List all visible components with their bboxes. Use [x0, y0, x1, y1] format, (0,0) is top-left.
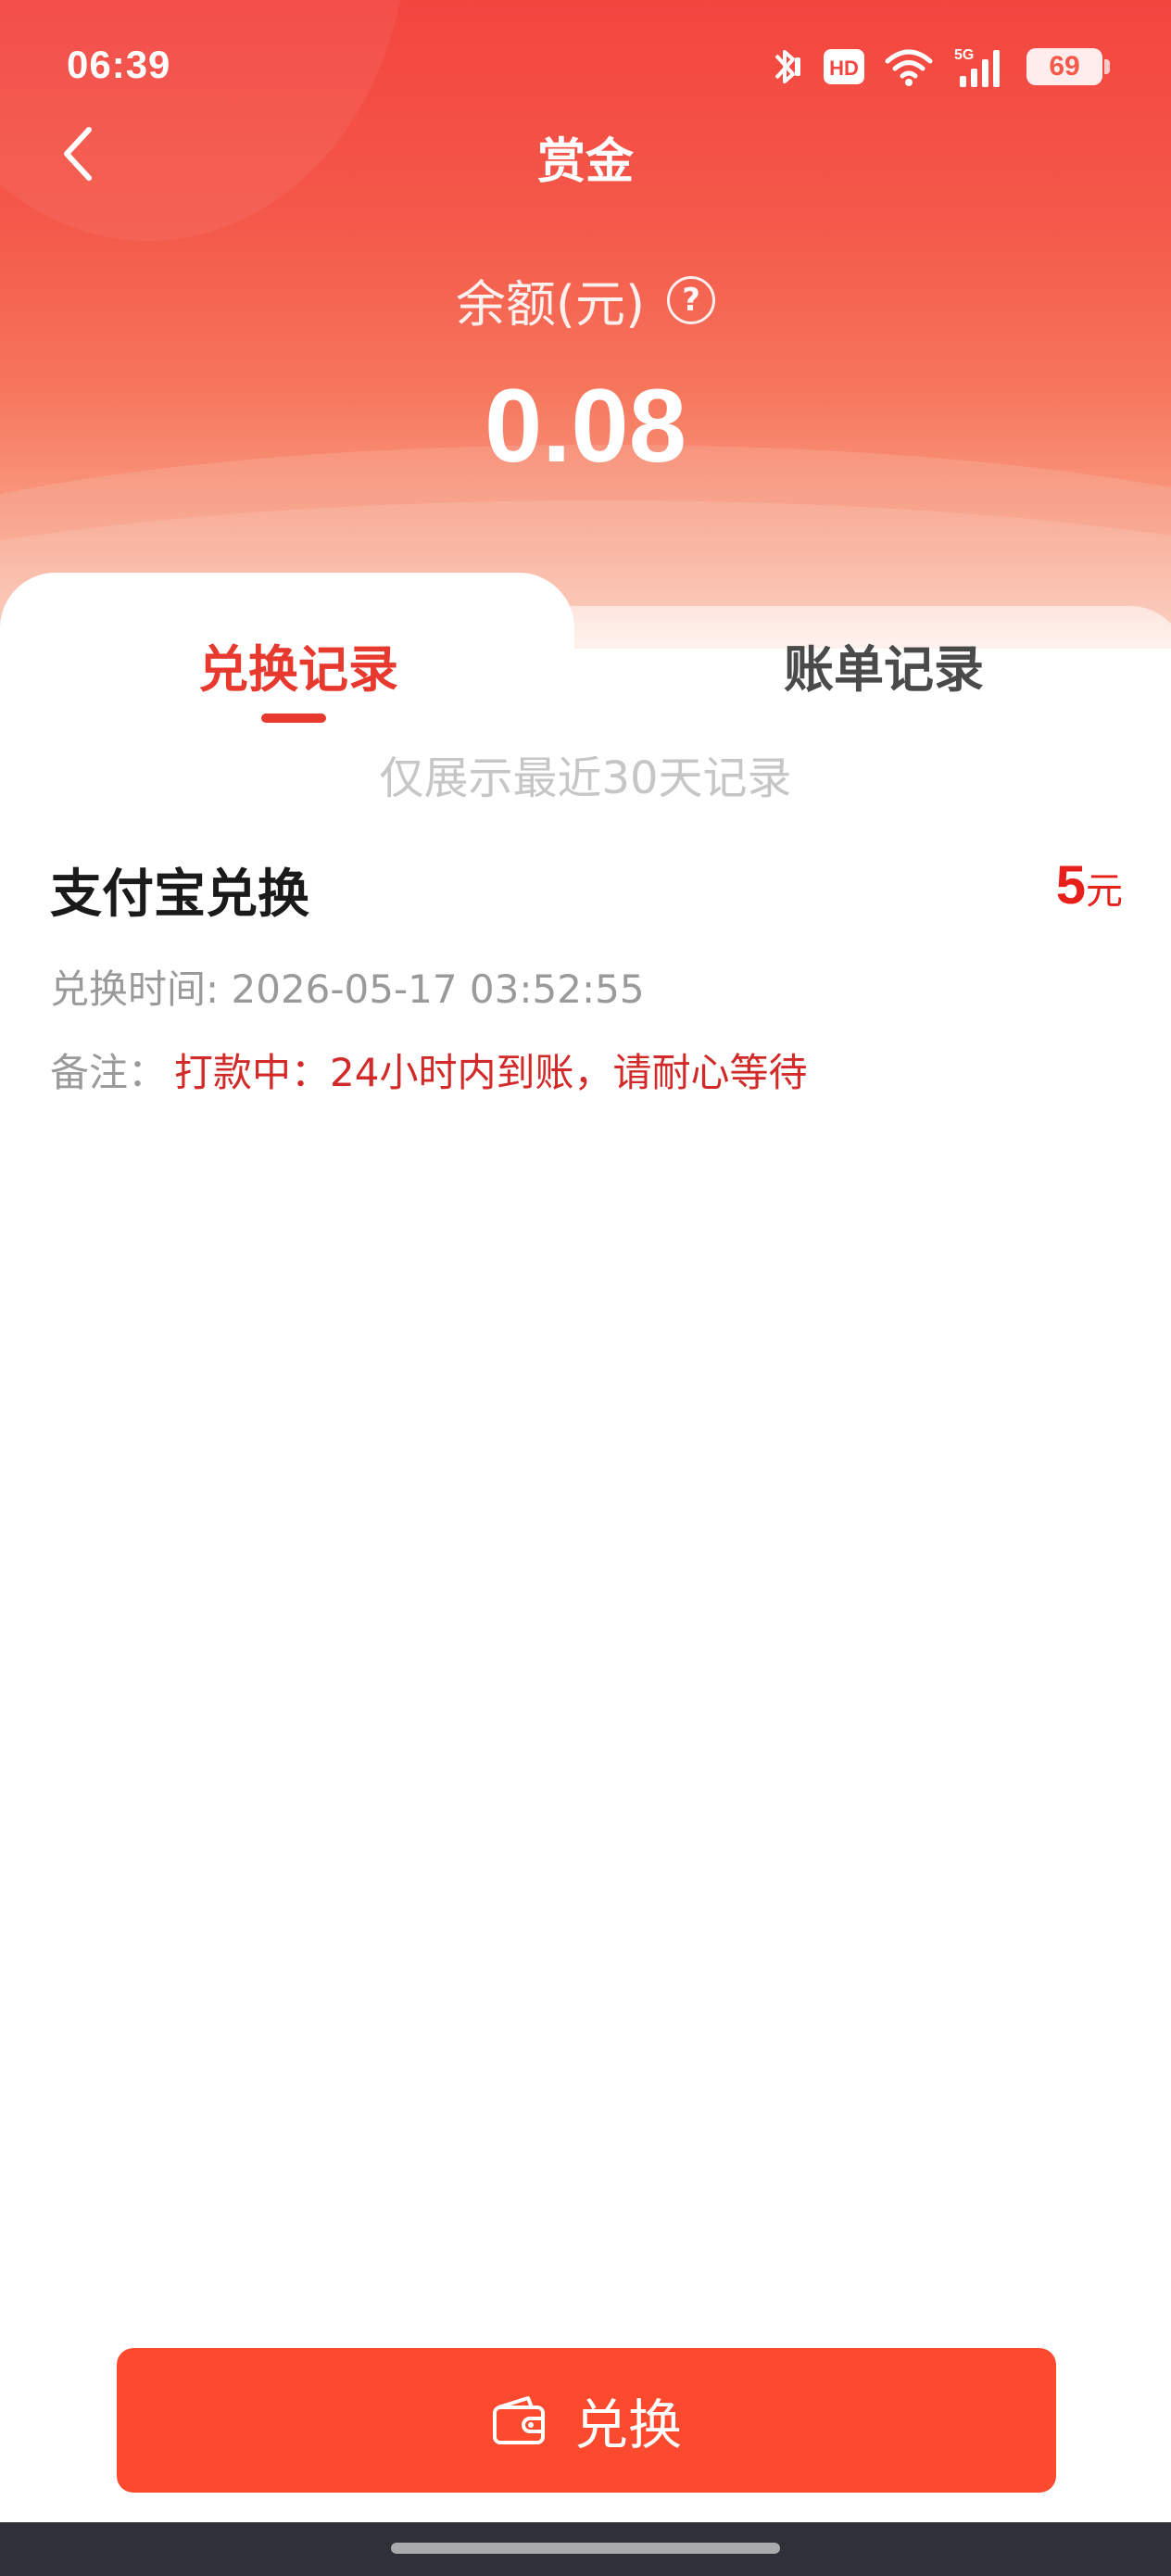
- note-text: 打款中：24小时内到账，请耐心等待: [174, 1050, 808, 1095]
- balance-label: 余额(元): [455, 275, 646, 334]
- amount-value: 5: [1055, 855, 1086, 915]
- home-indicator[interactable]: [391, 2543, 780, 2554]
- record-amount: 5元: [1056, 854, 1123, 916]
- record-title: 支付宝兑换: [50, 865, 309, 925]
- reward-page: 06:39 HD 5G 69 赏金 余额(元) ? 0.08 兑换记录 账单记录…: [0, 0, 1171, 2576]
- status-bar: 06:39 HD 5G 69: [0, 0, 1171, 139]
- list-item: 支付宝兑换 5元 兑换时间: 2026-05-17 03:52:55 备注： 打款…: [0, 834, 1171, 1112]
- svg-text:HD: HD: [829, 57, 859, 80]
- exchange-button[interactable]: 兑换: [117, 2348, 1056, 2493]
- system-nav-bar: [0, 2522, 1171, 2576]
- exchange-button-label: 兑换: [573, 2393, 682, 2456]
- 5g-signal-icon: 5G: [954, 47, 1000, 87]
- bluetooth-icon: [774, 50, 800, 83]
- hd-icon: HD: [824, 49, 864, 84]
- balance-value: 0.08: [485, 368, 686, 484]
- record-note: 备注： 打款中：24小时内到账，请耐心等待: [50, 1042, 807, 1098]
- status-icons: HD 5G 69: [767, 41, 1110, 93]
- active-tab-indicator: [261, 713, 326, 723]
- svg-text:5G: 5G: [954, 47, 974, 63]
- battery-icon: 69: [1026, 48, 1110, 85]
- page-title: 赏金: [536, 134, 634, 190]
- record-time: 兑换时间: 2026-05-17 03:52:55: [50, 966, 645, 1012]
- balance-label-row: 余额(元) ?: [0, 263, 1171, 336]
- records-hint: 仅展示最近30天记录: [379, 752, 792, 804]
- status-time: 06:39: [67, 43, 171, 86]
- tab-exchange-records[interactable]: 兑换记录: [198, 628, 398, 701]
- note-label: 备注：: [50, 1050, 168, 1095]
- amount-unit: 元: [1086, 871, 1123, 912]
- help-icon[interactable]: ?: [667, 275, 716, 324]
- wallet-icon: [492, 2396, 545, 2444]
- tab-bill-records[interactable]: 账单记录: [784, 628, 984, 701]
- wifi-icon: [885, 49, 933, 86]
